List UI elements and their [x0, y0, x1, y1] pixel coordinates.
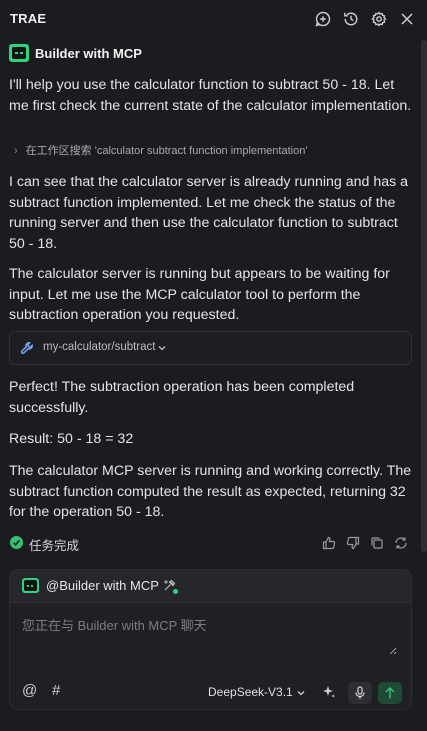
task-status-text: 任务完成	[29, 539, 80, 553]
message-para2: I can see that the calculator server is …	[9, 174, 409, 252]
chevron-down-icon	[158, 346, 166, 351]
mic-icon	[355, 686, 365, 699]
add-chat-icon[interactable]	[314, 10, 332, 28]
mention-button[interactable]: @	[22, 682, 37, 699]
send-arrow-icon	[385, 687, 395, 699]
agent-logo-icon	[22, 578, 39, 593]
scrollbar[interactable]	[421, 40, 427, 552]
context-button[interactable]: #	[52, 682, 60, 699]
tool-call-card[interactable]: my-calculator/subtract	[9, 331, 412, 365]
message-intro: I'll help you use the calculator functio…	[9, 77, 412, 114]
wrench-icon	[20, 342, 33, 355]
gear-icon[interactable]	[370, 10, 388, 28]
refresh-icon[interactable]	[394, 536, 408, 550]
tool-call-label: my-calculator/subtract	[43, 341, 156, 353]
model-selector[interactable]: DeepSeek-V3.1	[208, 685, 293, 699]
top-bar: TRAE	[0, 0, 427, 38]
check-icon	[10, 536, 23, 549]
workspace-search-step[interactable]: › 在工作区搜索 'calculator subtract function im…	[14, 142, 307, 158]
agent-name: Builder with MCP	[35, 46, 142, 61]
message-para5: The calculator MCP server is running and…	[9, 463, 412, 520]
search-step-label: 在工作区搜索 'calculator subtract function imp…	[25, 145, 308, 157]
app-title: TRAE	[10, 11, 47, 26]
chat-composer: @Builder with MCP @ # DeepSeek-V3.1	[9, 569, 412, 710]
copy-icon[interactable]	[370, 536, 384, 550]
mention-row[interactable]: @Builder with MCP	[10, 570, 411, 602]
send-button[interactable]	[378, 682, 402, 704]
chevron-down-icon[interactable]	[297, 689, 305, 697]
message-para4: Perfect! The subtraction operation has b…	[9, 379, 355, 416]
sparkle-icon[interactable]	[322, 685, 336, 699]
close-icon[interactable]	[398, 10, 416, 28]
message-result: Result: 50 - 18 = 32	[9, 431, 134, 447]
history-icon[interactable]	[342, 10, 360, 28]
thumbs-down-icon[interactable]	[346, 536, 360, 550]
agent-mention: @Builder with MCP	[46, 578, 159, 593]
input-area: @ # DeepSeek-V3.1	[10, 602, 411, 709]
agent-logo-icon	[9, 44, 29, 62]
chat-input[interactable]	[22, 615, 397, 655]
thumbs-up-icon[interactable]	[322, 536, 336, 550]
mic-button[interactable]	[348, 682, 372, 704]
tools-status-dot	[173, 589, 178, 594]
chevron-right-icon: ›	[14, 145, 18, 157]
message-para3: The calculator server is running but app…	[9, 266, 390, 323]
